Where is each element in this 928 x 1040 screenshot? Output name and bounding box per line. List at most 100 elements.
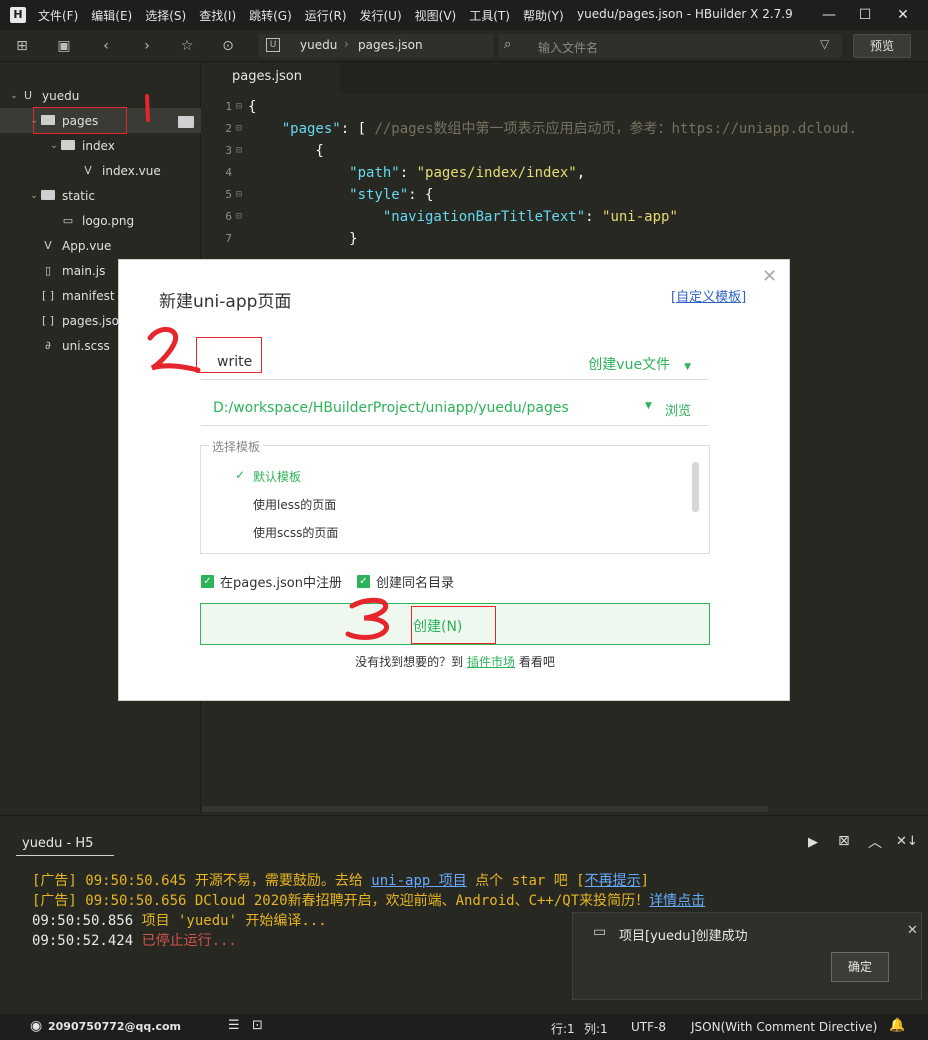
- fold-icon[interactable]: ⊟: [236, 140, 242, 162]
- fold-icon[interactable]: ⊟: [236, 118, 242, 140]
- bookmark-star-icon[interactable]: ☆: [177, 36, 197, 56]
- scss-file-icon: ∂: [45, 338, 51, 352]
- notification-bell-icon[interactable]: 🔔: [889, 1018, 905, 1033]
- toast-notification: ▭ 项目[yuedu]创建成功 ✕ 确定: [572, 912, 922, 1000]
- maximize-icon[interactable]: ☐: [848, 0, 882, 30]
- fold-icon[interactable]: ⊟: [236, 96, 242, 118]
- preview-button[interactable]: 预览: [853, 34, 911, 58]
- encoding-label[interactable]: UTF-8: [631, 1020, 666, 1034]
- code-line[interactable]: 5 ⊟ "style": {: [202, 184, 928, 206]
- file-search-input[interactable]: ⌕ 输入文件名 ▽: [498, 34, 842, 58]
- tree-item-label: main.js: [62, 263, 106, 278]
- menu-item[interactable]: 选择(S): [145, 7, 186, 24]
- minimize-icon[interactable]: —: [812, 0, 846, 30]
- list-icon[interactable]: ☰: [228, 1018, 240, 1033]
- custom-template-link[interactable]: [自定义模板]: [671, 286, 746, 305]
- project-icon: U: [23, 88, 33, 102]
- code-line[interactable]: 2 ⊟ "pages": [ //pages数组中第一项表示应用启动页，参考：ht…: [202, 118, 928, 140]
- filter-icon[interactable]: ▽: [820, 37, 829, 51]
- template-scrollbar[interactable]: [692, 462, 699, 512]
- toast-close-icon[interactable]: ✕: [907, 923, 918, 938]
- menu-item[interactable]: 视图(V): [415, 7, 457, 24]
- browse-button[interactable]: 浏览: [665, 400, 691, 419]
- menu-item[interactable]: 运行(R): [305, 7, 347, 24]
- main-menu: 文件(F) 编辑(E) 选择(S) 查找(I) 跳转(G) 运行(R) 发行(U) 视图(V)…: [38, 7, 577, 24]
- save-icon[interactable]: ▣: [54, 36, 74, 56]
- tree-item[interactable]: Vindex.vue: [0, 158, 201, 183]
- menu-item[interactable]: 帮助(Y): [523, 7, 564, 24]
- path-caret-down-icon[interactable]: ▼: [645, 401, 652, 411]
- menu-item[interactable]: 文件(F): [38, 7, 78, 24]
- toast-ok-button[interactable]: 确定: [831, 952, 889, 982]
- tree-item-label: manifest: [62, 288, 115, 303]
- template-item-scss[interactable]: 使用scss的页面: [253, 524, 338, 541]
- page-name-input[interactable]: write 创建vue文件 ▼: [201, 340, 709, 380]
- console-text: [广告] 09:50:50.656 DCloud 2020新春招聘开启，欢迎前端…: [32, 893, 650, 909]
- code-line[interactable]: 4 "path": "pages/index/index",: [202, 162, 928, 184]
- template-list-label: 选择模板: [209, 438, 264, 455]
- file-type-label: 创建vue文件: [588, 357, 671, 373]
- menu-item[interactable]: 跳转(G): [249, 7, 292, 24]
- dialog-close-icon[interactable]: ✕: [762, 266, 777, 287]
- hbuilder-logo-icon: H: [10, 7, 26, 23]
- console-link[interactable]: 不再提示: [585, 873, 641, 889]
- play-icon[interactable]: ▶: [808, 835, 818, 850]
- breadcrumb-project[interactable]: yuedu: [300, 38, 337, 52]
- tree-item-label: uni.scss: [62, 338, 110, 353]
- create-dir-checkbox[interactable]: ✓ 创建同名目录: [357, 572, 454, 591]
- code-line[interactable]: 3 ⊟ {: [202, 140, 928, 162]
- code-line[interactable]: 7 }: [202, 228, 928, 250]
- console-tab[interactable]: yuedu - H5: [16, 836, 114, 856]
- tree-item[interactable]: ⌄ Uyuedu: [0, 83, 201, 108]
- new-file-icon[interactable]: ⊞: [12, 36, 32, 56]
- annotation-mark-2-label: 2: [144, 322, 145, 323]
- caret-down-icon: ▼: [684, 362, 691, 372]
- user-account[interactable]: 2090750772@qq.com: [48, 1020, 181, 1033]
- horizontal-scrollbar[interactable]: [202, 806, 768, 812]
- tab-pages-json[interactable]: pages.json: [202, 62, 340, 94]
- plugin-market-link[interactable]: 插件市场: [467, 655, 515, 669]
- line-number: 2: [225, 122, 232, 135]
- tree-item[interactable]: ⌄ static: [0, 183, 201, 208]
- console-link[interactable]: 详情点击: [649, 893, 705, 909]
- back-icon[interactable]: ‹: [96, 36, 116, 56]
- template-item-less[interactable]: 使用less的页面: [253, 496, 336, 513]
- chevron-down-icon[interactable]: ⌄: [48, 141, 60, 151]
- tree-item[interactable]: ▭ logo.png: [0, 208, 201, 233]
- clear-console-icon[interactable]: ⊠: [838, 833, 850, 849]
- console-text: 09:50:50.856: [32, 913, 142, 929]
- code-line[interactable]: 6 ⊟ "navigationBarTitleText": "uni-app": [202, 206, 928, 228]
- file-type-select[interactable]: 创建vue文件 ▼: [588, 354, 691, 374]
- page-path-value: D:/workspace/HBuilderProject/uniapp/yued…: [213, 400, 569, 416]
- register-pages-json-checkbox[interactable]: ✓ 在pages.json中注册: [201, 572, 342, 591]
- fold-icon[interactable]: ⊟: [236, 184, 242, 206]
- cursor-column: 列:1: [584, 1022, 608, 1036]
- user-avatar-icon[interactable]: ◉: [30, 1018, 42, 1034]
- language-mode[interactable]: JSON(With Comment Directive): [691, 1020, 877, 1034]
- chevron-down-icon[interactable]: ⌄: [28, 191, 40, 201]
- forward-icon[interactable]: ›: [137, 36, 157, 56]
- code-text: {: [248, 99, 257, 115]
- chevron-up-icon[interactable]: ︿: [868, 832, 882, 852]
- tree-item[interactable]: V App.vue: [0, 233, 201, 258]
- run-icon[interactable]: ⊙: [218, 36, 238, 56]
- open-folder-icon[interactable]: [178, 116, 194, 128]
- menu-item[interactable]: 查找(I): [199, 7, 236, 24]
- menu-item[interactable]: 编辑(E): [91, 7, 132, 24]
- tree-item[interactable]: ⌄ index: [0, 133, 201, 158]
- console-link[interactable]: uni-app 项目: [371, 873, 466, 889]
- chevron-down-icon[interactable]: ⌄: [8, 91, 20, 101]
- menu-item[interactable]: 工具(T): [469, 7, 510, 24]
- fold-icon[interactable]: ⊟: [236, 206, 242, 228]
- breadcrumb-file[interactable]: pages.json: [358, 38, 423, 52]
- code-line[interactable]: 1 ⊟ {: [202, 96, 928, 118]
- checkbox-checked-icon: ✓: [357, 575, 370, 588]
- page-path-field[interactable]: D:/workspace/HBuilderProject/uniapp/yued…: [201, 388, 709, 426]
- close-icon[interactable]: ✕: [886, 0, 920, 30]
- menu-item[interactable]: 发行(U): [360, 7, 402, 24]
- close-panel-icon[interactable]: ✕↓: [896, 834, 918, 849]
- line-number: 7: [225, 232, 232, 245]
- folder-icon: [40, 189, 56, 203]
- template-item-default[interactable]: 默认模板: [253, 468, 301, 485]
- terminal-icon[interactable]: ⊡: [252, 1018, 263, 1033]
